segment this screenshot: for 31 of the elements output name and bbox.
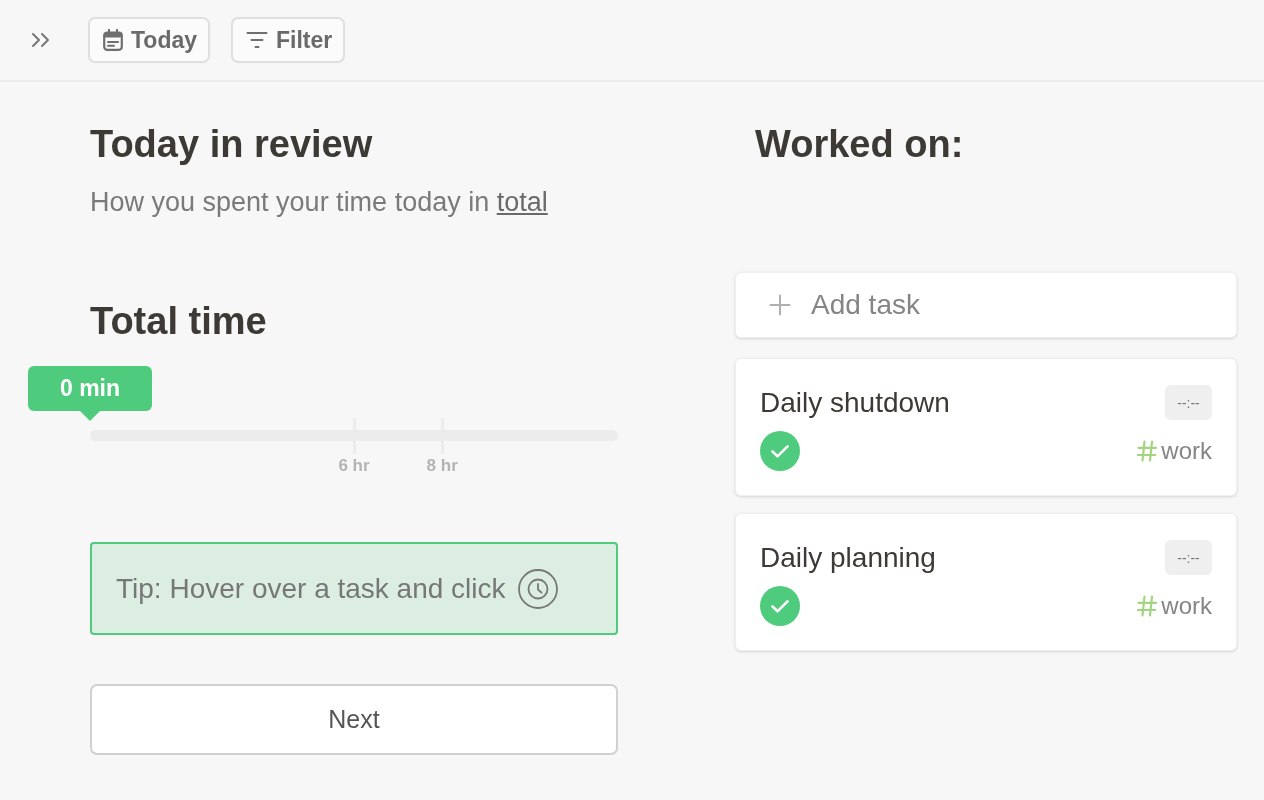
time-estimate-button[interactable]: --:-- [1165, 385, 1212, 420]
tag-link[interactable]: work [1137, 592, 1212, 620]
pointer-icon [80, 411, 100, 421]
next-button[interactable]: Next [90, 684, 618, 755]
task-card[interactable]: Daily shutdown --:-- work [735, 358, 1237, 496]
clock-icon [517, 568, 558, 609]
task-title: Daily shutdown [760, 387, 950, 418]
time-bubble: 0 min [28, 366, 152, 411]
add-task-button[interactable]: Add task [735, 272, 1237, 338]
check-circle-icon[interactable] [760, 431, 800, 471]
review-subtitle: How you spent your time today in total [90, 186, 548, 218]
tick-label: 8 hr [426, 456, 458, 476]
calendar-icon [103, 29, 123, 51]
toolbar-button[interactable]: Filter [231, 17, 346, 63]
double-chevron-icon [30, 32, 52, 48]
time-estimate-button[interactable]: --:-- [1165, 540, 1212, 575]
worked-on-title: Worked on: [755, 124, 964, 164]
total-link[interactable]: total [496, 187, 548, 217]
hash-icon [1137, 440, 1158, 462]
check-circle-icon[interactable] [760, 586, 800, 626]
review-title: Today in review [90, 124, 373, 164]
tag-link[interactable]: work [1137, 437, 1212, 465]
tick-label: 6 hr [338, 456, 370, 476]
hash-icon [1137, 595, 1158, 617]
tip-text: Tip: Hover over a task and click [116, 572, 506, 605]
plus-icon [769, 294, 791, 316]
filter-icon [246, 31, 269, 49]
toolbar-button[interactable]: Today [88, 17, 211, 63]
task-title: Daily planning [760, 542, 936, 573]
task-card[interactable]: Daily planning --:-- work [735, 513, 1237, 651]
total-time-title: Total time [90, 301, 267, 341]
